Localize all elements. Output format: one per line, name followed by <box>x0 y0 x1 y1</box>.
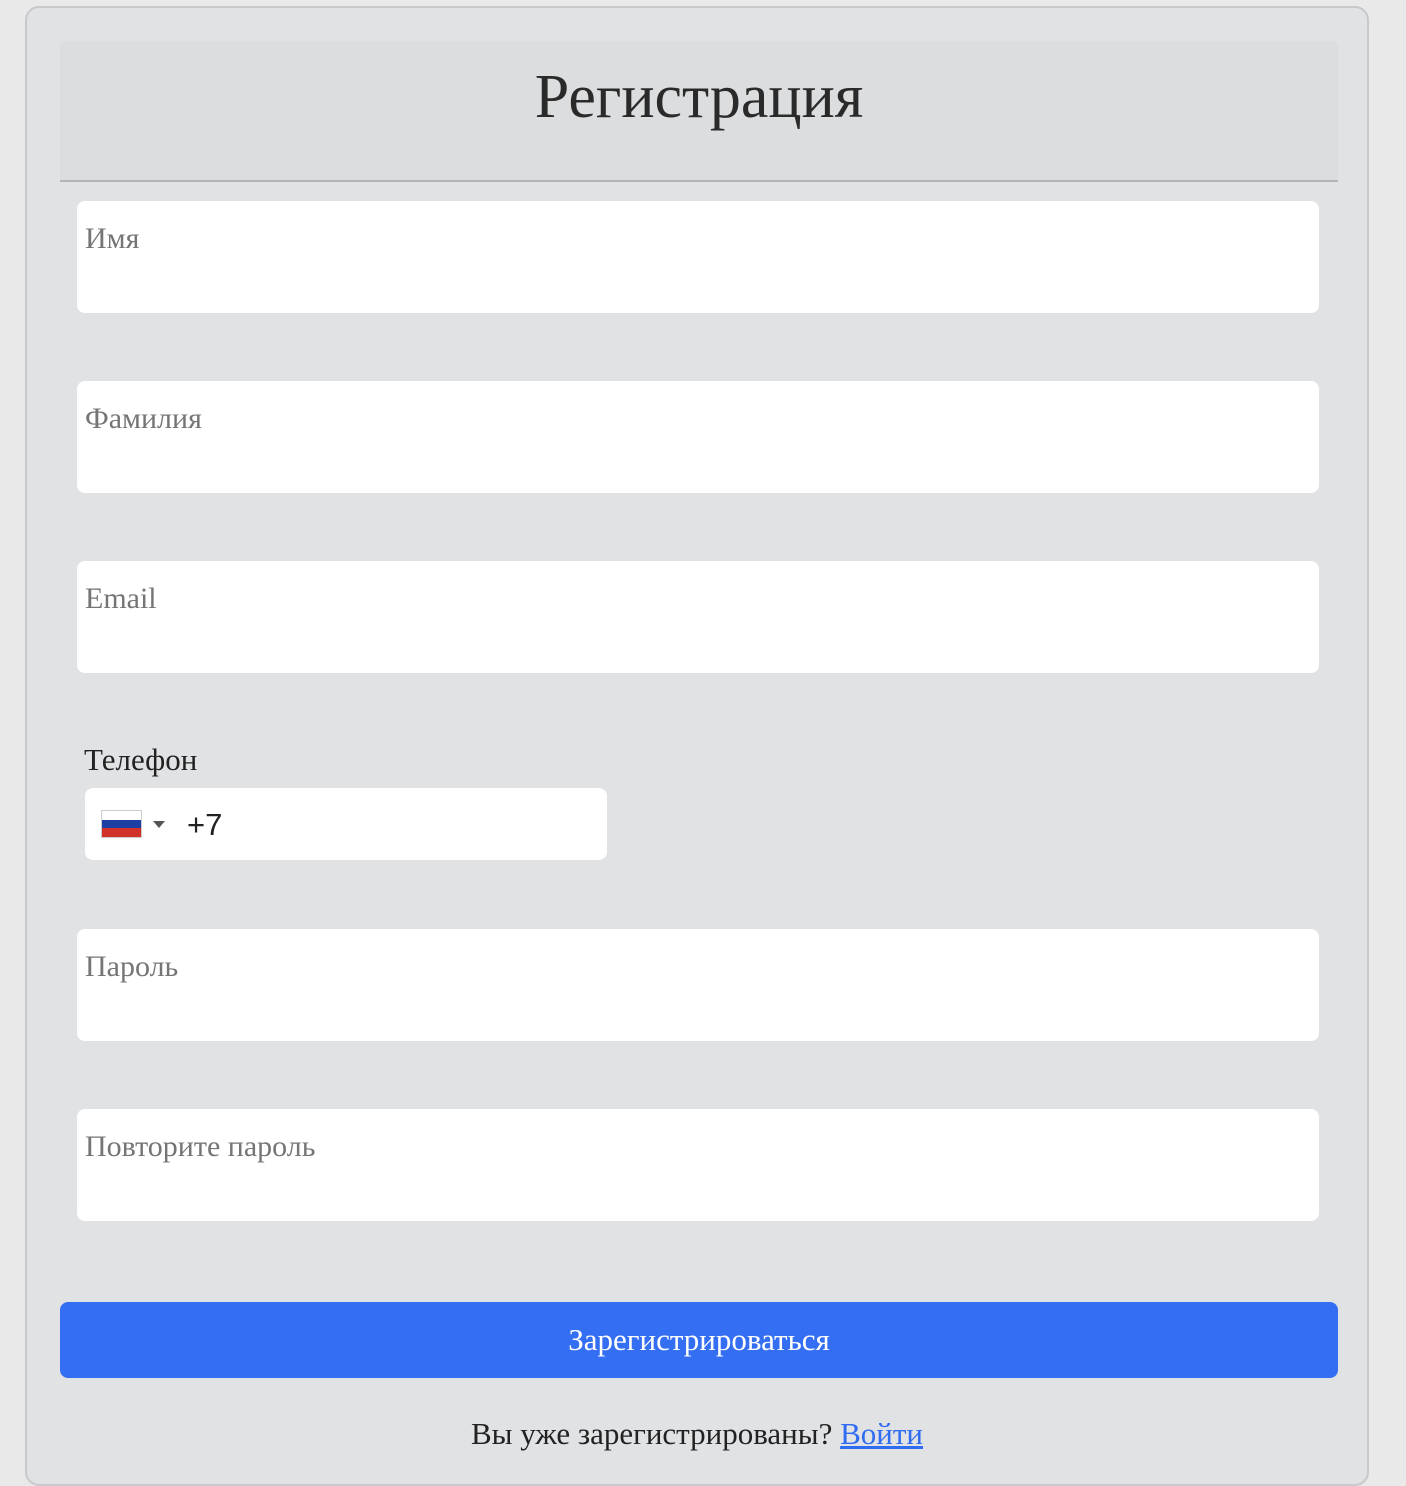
chevron-down-icon[interactable] <box>153 821 165 828</box>
register-button[interactable]: Зарегистрироваться <box>60 1302 1338 1378</box>
login-link[interactable]: Войти <box>840 1416 923 1451</box>
password-input[interactable] <box>77 929 1319 1041</box>
first-name-input[interactable] <box>77 201 1319 313</box>
form-header: Регистрация <box>60 41 1338 182</box>
phone-label: Телефон <box>84 742 198 777</box>
phone-input[interactable] <box>185 788 599 862</box>
login-prompt: Вы уже зарегистрированы? Войти <box>27 1416 1367 1452</box>
registration-card: Регистрация Телефон Зарегистрироваться В… <box>25 6 1369 1486</box>
page-title: Регистрация <box>534 63 864 131</box>
password-repeat-input[interactable] <box>77 1109 1319 1221</box>
email-input[interactable] <box>77 561 1319 673</box>
last-name-input[interactable] <box>77 381 1319 493</box>
phone-field <box>85 788 607 862</box>
login-prompt-text: Вы уже зарегистрированы? <box>470 1416 833 1451</box>
russia-flag-icon[interactable] <box>101 810 142 838</box>
